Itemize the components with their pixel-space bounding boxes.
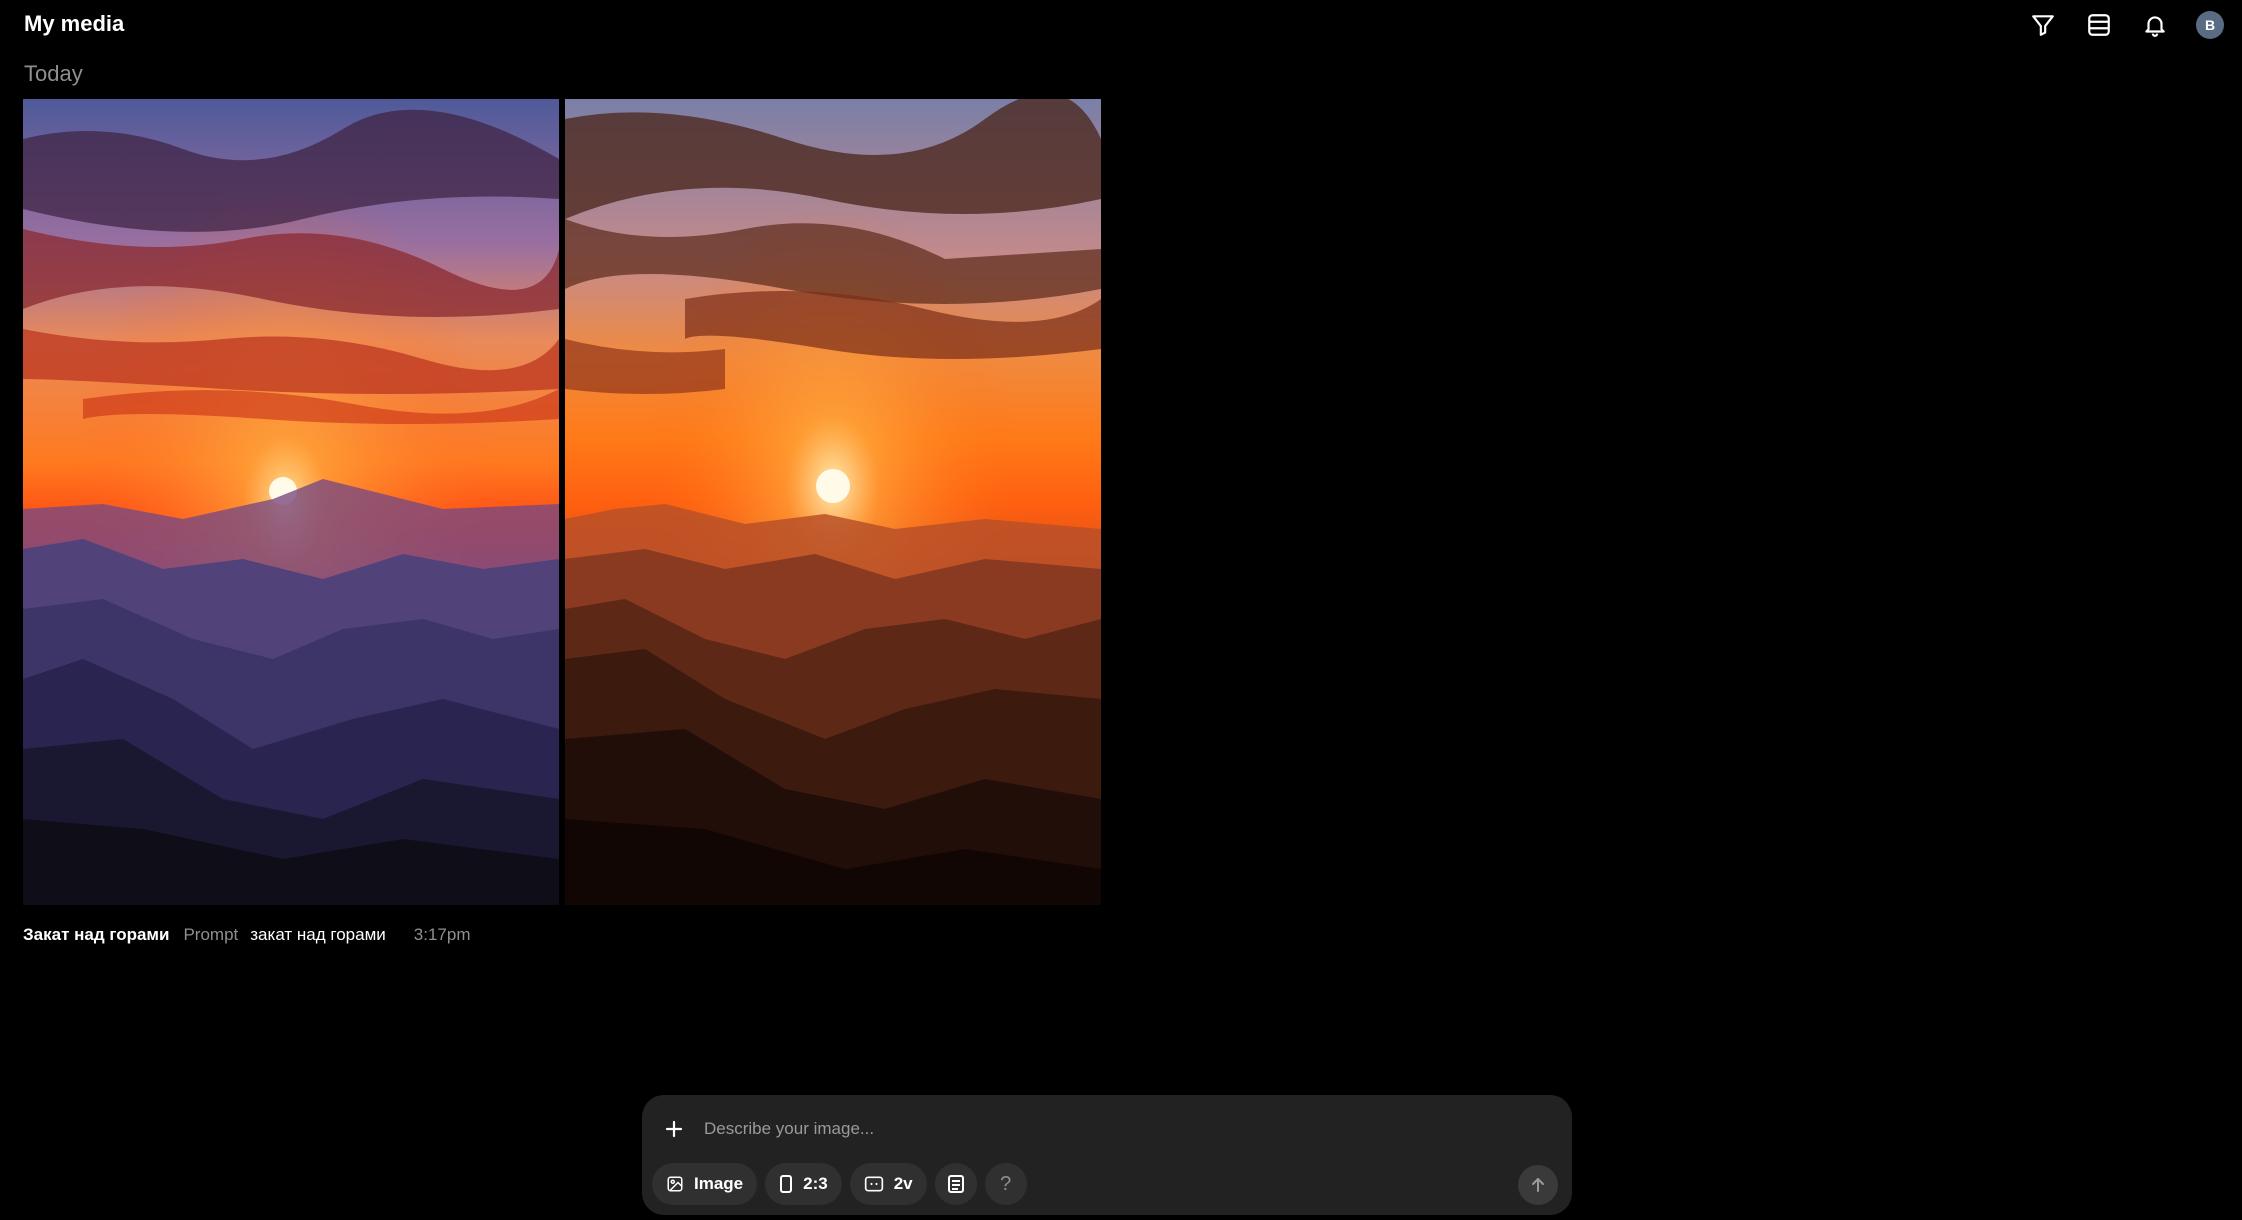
plus-icon (665, 1120, 683, 1138)
media-image-purple-sunset[interactable] (23, 99, 559, 905)
media-image-orange-sunset[interactable] (565, 99, 1101, 905)
list-view-icon[interactable] (2084, 10, 2114, 40)
help-button[interactable]: ? (984, 1163, 1027, 1205)
media-meta: Закат над горами Prompt закат над горами… (23, 924, 470, 946)
media-grid (23, 99, 1101, 905)
variations-label: 2v (893, 1174, 913, 1193)
aspect-ratio-label: 2:3 (803, 1174, 828, 1193)
prompt-label: Prompt (183, 925, 239, 944)
portrait-frame-icon (780, 1175, 793, 1193)
variations-button[interactable]: 2v (849, 1163, 927, 1205)
aspect-ratio-button[interactable]: 2:3 (765, 1163, 842, 1205)
variations-icon (864, 1176, 883, 1192)
filter-icon[interactable] (2028, 10, 2058, 40)
image-icon (667, 1176, 683, 1192)
document-icon (947, 1175, 964, 1193)
bell-icon[interactable] (2140, 10, 2170, 40)
media-title[interactable]: Закат над горами (23, 924, 169, 946)
section-label-today: Today (24, 61, 83, 86)
prompt-composer: Image 2:3 2v ? (642, 1095, 1572, 1215)
mode-image-label: Image (694, 1174, 744, 1193)
composer-tools: Image 2:3 2v ? (652, 1163, 1027, 1205)
top-actions: B (2028, 10, 2224, 40)
mode-image-button[interactable]: Image (652, 1163, 758, 1205)
prompt-text: закат над горами (250, 925, 386, 944)
page-title: My media (24, 11, 125, 36)
add-attachment-button[interactable] (660, 1115, 688, 1143)
timestamp: 3:17pm (413, 925, 471, 944)
send-button[interactable] (1518, 1165, 1558, 1205)
style-reference-button[interactable] (934, 1163, 977, 1205)
arrow-up-icon (1532, 1178, 1544, 1192)
prompt-input[interactable] (702, 1115, 1482, 1143)
avatar[interactable]: B (2196, 11, 2224, 39)
